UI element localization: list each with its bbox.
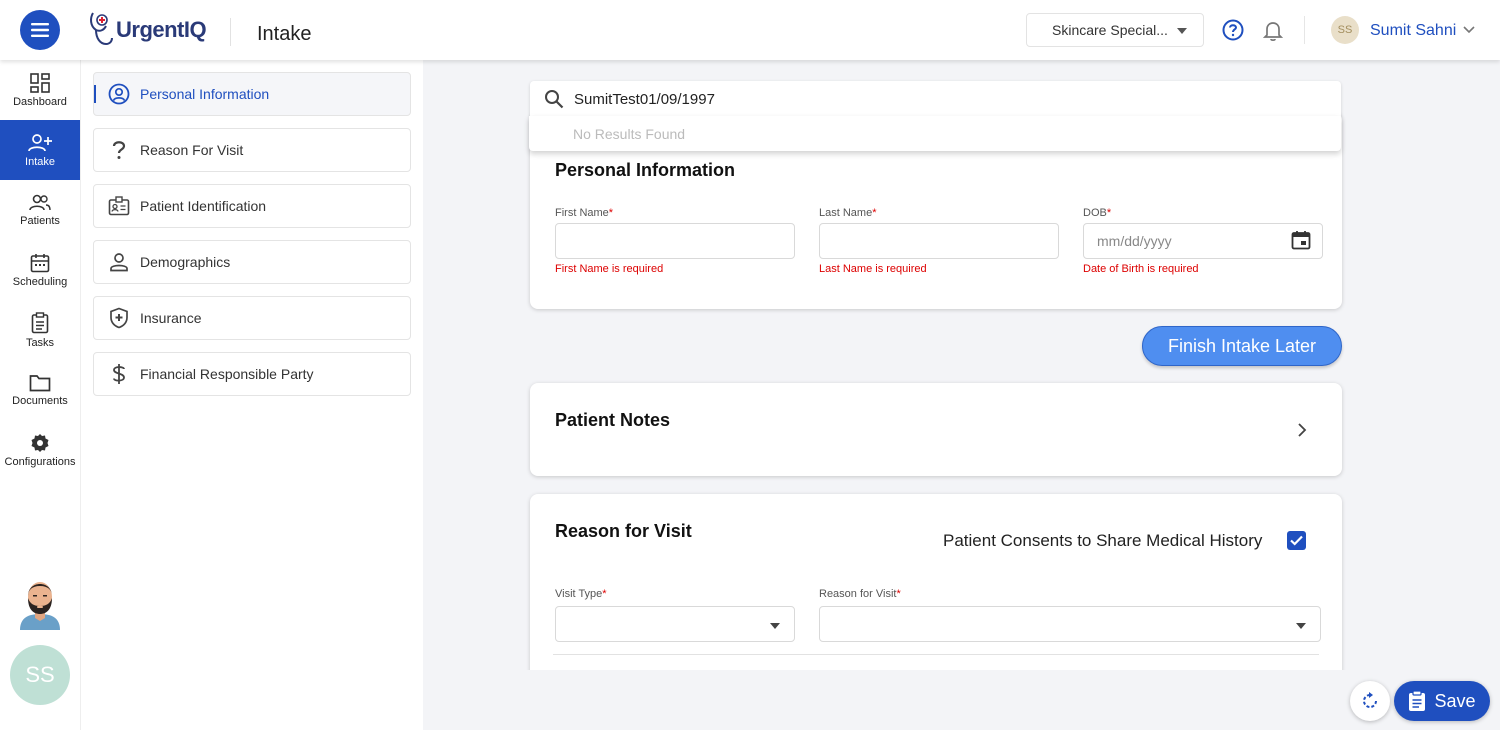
patient-search-input[interactable] xyxy=(574,90,1274,108)
section-demographics[interactable]: Demographics xyxy=(93,240,411,284)
top-bar: UrgentIQ Intake Skincare Special... SS S… xyxy=(0,0,1500,60)
question-icon xyxy=(108,139,130,161)
section-label: Reason For Visit xyxy=(140,142,244,158)
calendar-icon[interactable] xyxy=(1291,230,1311,250)
first-name-error: First Name is required xyxy=(555,263,664,275)
reason-for-visit-label: Reason for Visit* xyxy=(819,588,901,600)
calendar-icon xyxy=(30,253,50,272)
rail-label: Dashboard xyxy=(13,95,67,108)
add-user-icon xyxy=(28,133,52,151)
reason-for-visit-select[interactable] xyxy=(819,606,1321,642)
rail-item-documents[interactable]: Documents xyxy=(0,360,80,420)
patients-icon xyxy=(29,194,51,210)
help-icon[interactable] xyxy=(1222,19,1244,41)
gear-icon xyxy=(31,433,49,452)
save-button-label: Save xyxy=(1434,690,1476,711)
page-title: Intake xyxy=(257,23,312,45)
header-divider xyxy=(230,18,231,46)
user-circle-icon xyxy=(108,83,130,105)
checkmark-icon xyxy=(1290,535,1303,546)
consent-checkbox[interactable] xyxy=(1287,531,1306,550)
section-financial-responsible-party[interactable]: Financial Responsible Party xyxy=(93,352,411,396)
rail-item-dashboard[interactable]: Dashboard xyxy=(0,60,80,120)
user-name[interactable]: Sumit Sahni xyxy=(1370,22,1456,40)
shield-plus-icon xyxy=(108,307,130,329)
visit-type-select[interactable] xyxy=(555,606,795,642)
caret-down-icon xyxy=(1177,28,1187,34)
doctor-avatar-illustration xyxy=(16,570,64,630)
app-logo: UrgentIQ xyxy=(88,10,207,50)
first-name-label: First Name* xyxy=(555,207,614,219)
section-label: Demographics xyxy=(140,254,231,270)
section-label: Financial Responsible Party xyxy=(140,366,314,382)
rail-label: Scheduling xyxy=(12,275,68,288)
rail-item-configurations[interactable]: Configurations xyxy=(0,420,80,480)
rail-label: Configurations xyxy=(4,455,76,468)
search-results-dropdown: No Results Found xyxy=(529,116,1341,151)
finish-intake-later-button[interactable]: Finish Intake Later xyxy=(1142,326,1342,366)
rail-item-scheduling[interactable]: Scheduling xyxy=(0,240,80,300)
rail-item-intake[interactable]: Intake xyxy=(0,120,80,180)
section-label: Personal Information xyxy=(140,86,270,102)
first-name-field[interactable] xyxy=(555,223,795,259)
reason-for-visit-title: Reason for Visit xyxy=(555,521,692,541)
chevron-down-icon[interactable] xyxy=(1463,26,1475,34)
patient-search-box[interactable] xyxy=(530,81,1341,117)
clinic-select[interactable]: Skincare Special... xyxy=(1026,13,1204,47)
rail-label: Tasks xyxy=(25,336,55,349)
save-button[interactable]: Save xyxy=(1394,681,1490,721)
clipboard-icon xyxy=(31,311,49,333)
id-card-icon xyxy=(108,195,130,217)
menu-button[interactable] xyxy=(20,10,60,50)
dashboard-icon xyxy=(30,72,50,93)
patient-notes-title: Patient Notes xyxy=(555,410,671,430)
section-label: Patient Identification xyxy=(140,198,267,214)
section-nav: Personal Information Reason For Visit Pa… xyxy=(80,60,423,730)
hamburger-icon xyxy=(31,23,49,37)
dob-field[interactable] xyxy=(1083,223,1323,259)
rail-label: Patients xyxy=(20,214,60,227)
personal-information-title: Personal Information xyxy=(555,160,736,180)
search-icon xyxy=(545,90,564,109)
last-name-error: Last Name is required xyxy=(819,263,927,275)
active-marker xyxy=(94,85,96,103)
bell-icon[interactable] xyxy=(1263,20,1283,42)
chevron-right-icon[interactable] xyxy=(1297,423,1307,437)
folder-icon xyxy=(29,374,51,391)
visit-type-label: Visit Type* xyxy=(555,588,607,600)
section-patient-identification[interactable]: Patient Identification xyxy=(93,184,411,228)
section-label: Insurance xyxy=(140,310,202,326)
refresh-button[interactable] xyxy=(1350,681,1390,721)
rail-item-tasks[interactable]: Tasks xyxy=(0,300,80,360)
refresh-icon xyxy=(1363,692,1377,708)
dob-error: Date of Birth is required xyxy=(1083,263,1199,275)
dollar-icon xyxy=(108,363,130,385)
caret-down-icon xyxy=(1296,623,1306,629)
last-name-field[interactable] xyxy=(819,223,1059,259)
no-results-text: No Results Found xyxy=(573,125,686,142)
dob-label: DOB* xyxy=(1083,207,1112,219)
page-bottom-area xyxy=(424,670,1500,730)
stethoscope-logo-icon xyxy=(90,12,113,46)
user-avatar[interactable]: SS xyxy=(1331,16,1359,44)
section-divider xyxy=(553,654,1319,655)
section-insurance[interactable]: Insurance xyxy=(93,296,411,340)
person-icon xyxy=(108,251,130,273)
clipboard-save-icon xyxy=(1409,690,1426,711)
header-divider xyxy=(1304,16,1305,44)
rail-label: Intake xyxy=(25,155,55,168)
nav-rail: Dashboard Intake Patients Scheduling Tas… xyxy=(0,60,80,730)
rail-item-patients[interactable]: Patients xyxy=(0,180,80,240)
caret-down-icon xyxy=(770,623,780,629)
consent-label: Patient Consents to Share Medical Histor… xyxy=(943,531,1263,550)
clinic-select-value: Skincare Special... xyxy=(1052,22,1168,38)
last-name-label: Last Name* xyxy=(819,207,877,219)
user-avatar-large[interactable]: SS xyxy=(10,645,70,705)
section-personal-information[interactable]: Personal Information xyxy=(93,72,411,116)
rail-label: Documents xyxy=(12,394,68,407)
logo-text: UrgentIQ xyxy=(116,17,207,42)
section-reason-for-visit[interactable]: Reason For Visit xyxy=(93,128,411,172)
